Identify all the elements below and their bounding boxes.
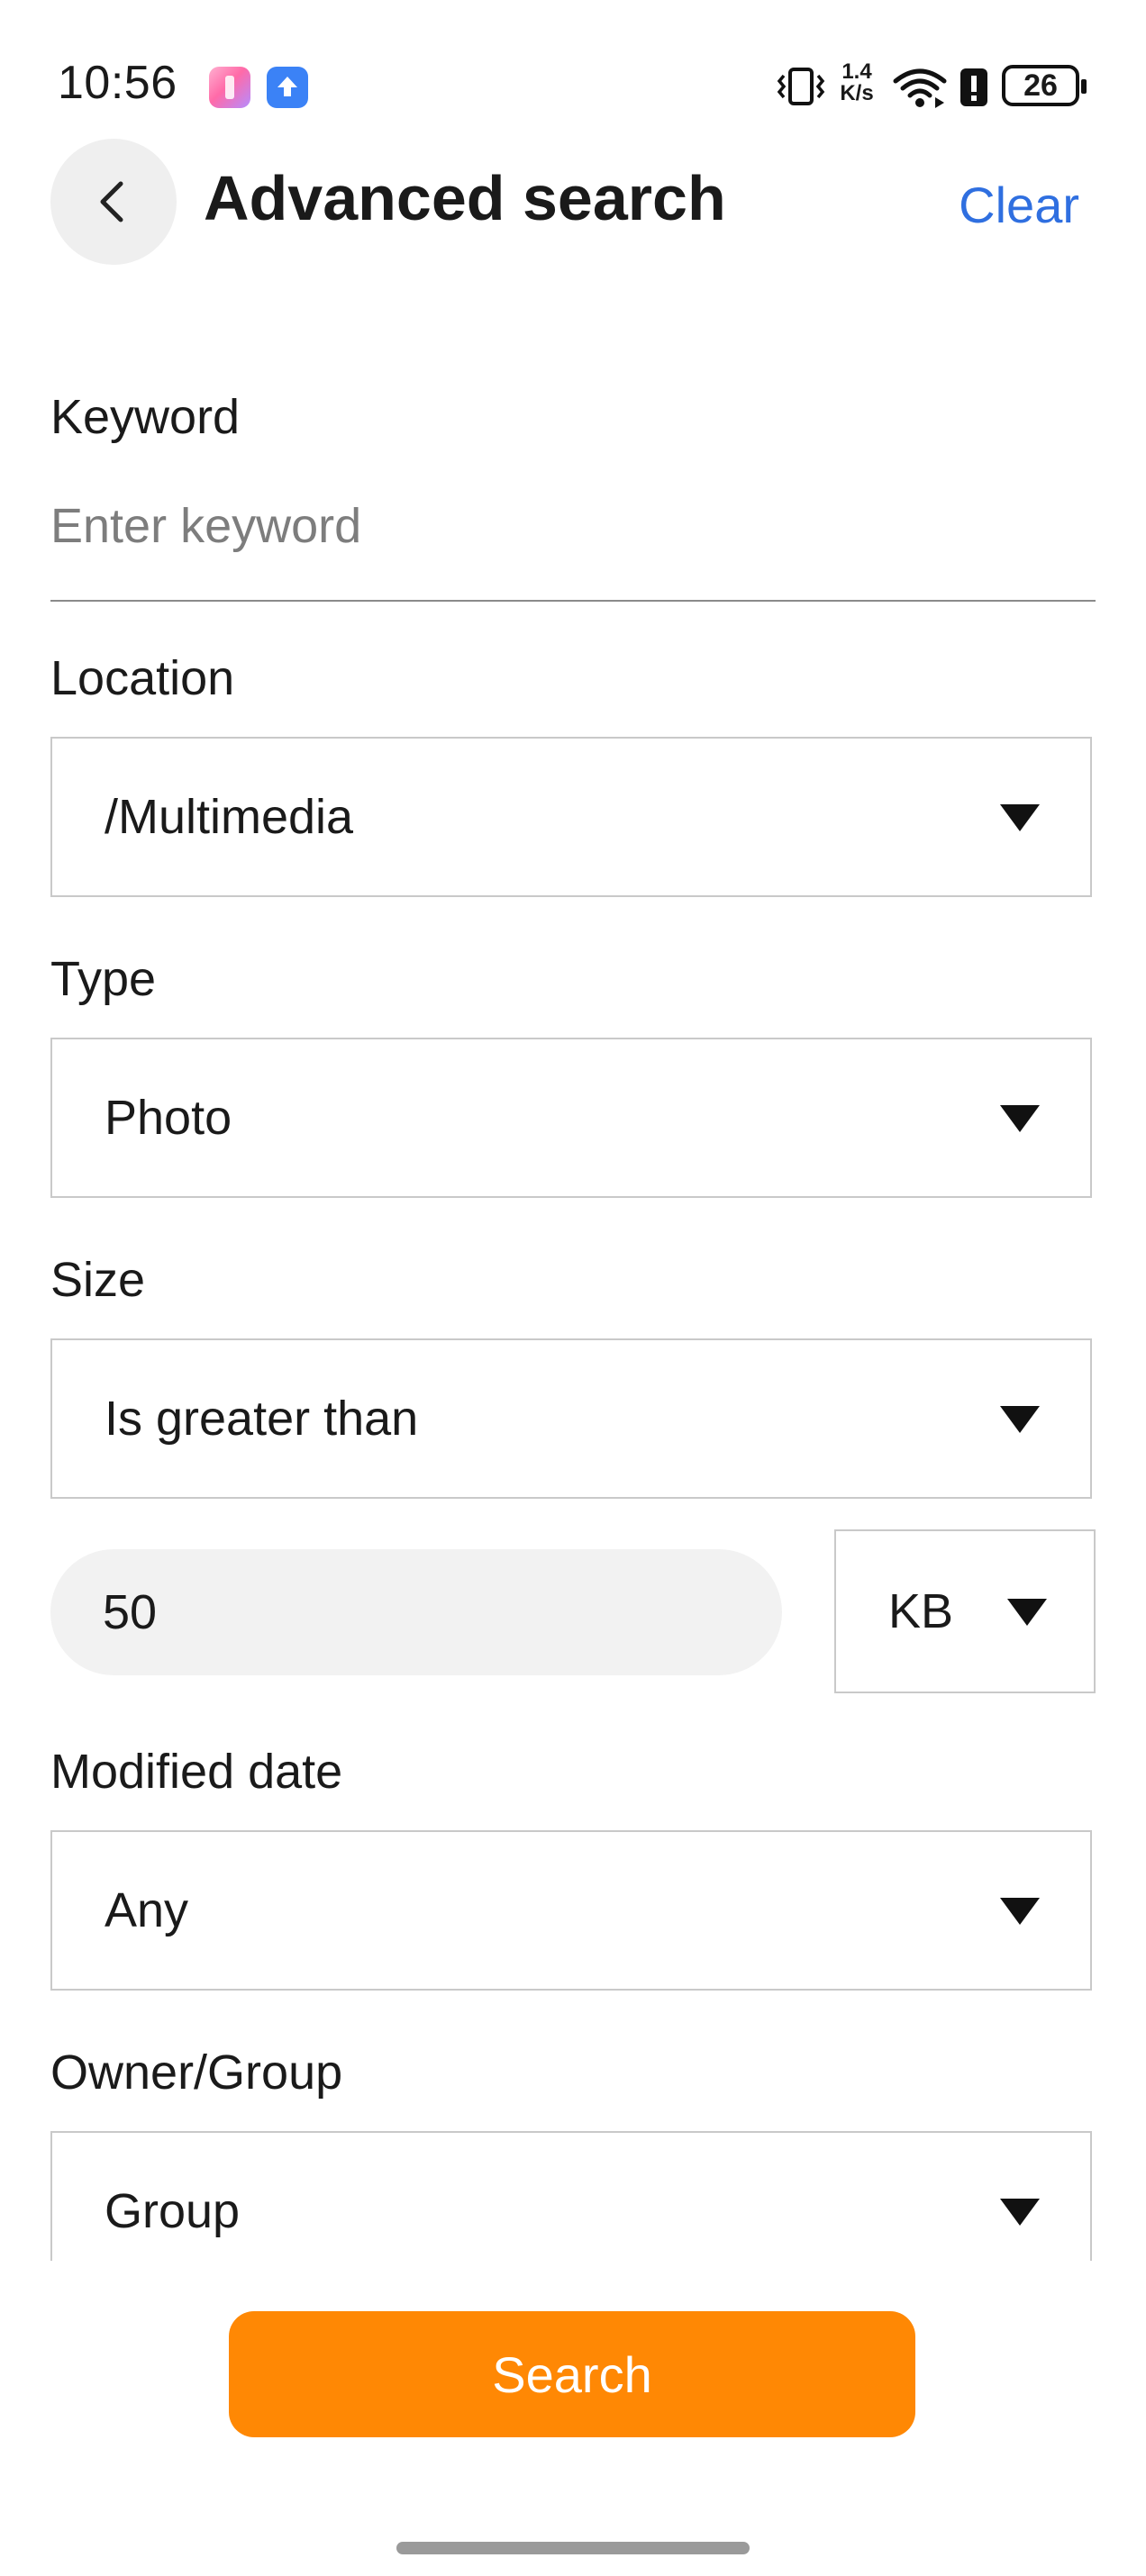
size-unit-value: KB [888,1584,954,1638]
location-select[interactable]: /Multimedia [50,737,1092,897]
caret-down-icon [1000,2199,1040,2226]
location-label: Location [50,651,235,705]
back-button[interactable] [50,139,177,265]
owner-group-select[interactable]: Group [50,2131,1092,2261]
size-value-input[interactable]: 50 [50,1549,782,1675]
size-value: 50 [103,1585,158,1639]
caret-down-icon [1000,804,1040,831]
keyword-input[interactable] [50,486,1096,566]
wifi-icon [893,68,947,108]
caret-down-icon [1000,1898,1040,1925]
caret-down-icon [1007,1599,1047,1626]
status-time: 10:56 [58,57,177,109]
home-indicator[interactable] [396,2542,750,2554]
scroll-clip: Group [0,2131,1146,2261]
size-comparator-value: Is greater than [105,1392,419,1446]
vibrate-icon [777,68,825,105]
size-comparator-select[interactable]: Is greater than [50,1338,1092,1499]
net-speed: 1.4 K/s [834,61,879,104]
type-select[interactable]: Photo [50,1038,1092,1198]
net-speed-unit: K/s [840,81,874,105]
clear-button[interactable]: Clear [959,176,1079,234]
caret-down-icon [1000,1406,1040,1433]
type-value: Photo [105,1091,232,1145]
chevron-left-icon [100,181,123,222]
modified-date-select[interactable]: Any [50,1830,1092,1991]
owner-group-label: Owner/Group [50,2045,343,2100]
size-label: Size [50,1253,146,1307]
battery-level: 26 [1023,68,1058,103]
location-value: /Multimedia [105,790,354,844]
caret-down-icon [1000,1105,1040,1132]
status-icons: 1.4 K/s 26 [766,59,1090,113]
modified-date-value: Any [105,1883,189,1937]
app-notification-icon [209,67,250,108]
owner-group-value: Group [105,2184,241,2238]
alert-icon [960,68,987,106]
battery-icon: 26 [1002,65,1087,106]
keyword-label: Keyword [50,390,241,444]
search-button[interactable]: Search [229,2311,915,2437]
page-title: Advanced search [204,163,726,233]
upload-app-icon [267,67,308,108]
type-label: Type [50,952,157,1006]
modified-date-label: Modified date [50,1745,343,1799]
keyword-underline [50,600,1096,602]
size-unit-select[interactable]: KB [834,1529,1096,1693]
net-speed-value: 1.4 [841,59,872,84]
